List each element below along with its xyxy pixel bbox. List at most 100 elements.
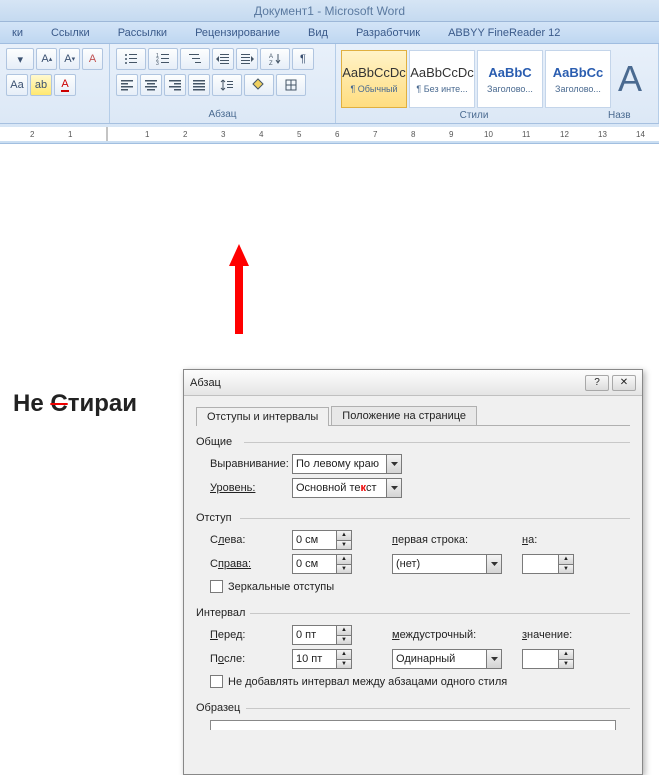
align-left-button[interactable] [116,74,138,96]
svg-text:3: 3 [221,130,226,139]
paragraph-dialog: Абзац ? ✕ Отступы и интервалы Положение … [183,369,643,775]
spin-down-icon[interactable]: ▼ [336,659,352,670]
highlight-button[interactable]: ab [30,74,52,96]
indent-right-button[interactable] [236,48,258,70]
spin-up-icon[interactable]: ▲ [336,649,352,659]
svg-text:5: 5 [297,130,302,139]
indent-right-spin[interactable]: 0 см▲▼ [292,554,352,574]
spin-down-icon[interactable]: ▼ [558,659,574,670]
dialog-titlebar[interactable]: Абзац ? ✕ [184,370,642,396]
spin-up-icon[interactable]: ▲ [558,649,574,659]
grow-font-button[interactable]: A▴ [36,48,57,70]
spin-down-icon[interactable]: ▼ [336,540,352,551]
borders-button[interactable] [276,74,306,96]
value-spin[interactable]: ▲▼ [522,649,574,669]
tab-item[interactable]: Вид [308,27,328,39]
tab-item[interactable]: ки [12,27,23,39]
line-spacing-button[interactable] [212,74,242,96]
dropdown-icon[interactable] [486,554,502,574]
tab-position[interactable]: Положение на странице [331,406,477,425]
by-spin[interactable]: ▲▼ [522,554,574,574]
tab-item[interactable]: ABBYY FineReader 12 [448,27,560,39]
style-heading1[interactable]: AaBbCЗаголово... [477,50,543,108]
align-right-button[interactable] [164,74,186,96]
sort-button[interactable]: AZ [260,48,290,70]
tab-item[interactable]: Рецензирование [195,27,280,39]
indent-left-spin[interactable]: 0 см▲▼ [292,530,352,550]
spin-down-icon[interactable]: ▼ [558,564,574,575]
after-label: После: [210,653,292,665]
mirror-check[interactable]: Зеркальные отступы [210,580,630,593]
after-spin[interactable]: 10 пт▲▼ [292,649,352,669]
nogap-check[interactable]: Не добавлять интервал между абзацами одн… [210,675,630,688]
shrink-font-button[interactable]: A▾ [59,48,80,70]
document-area[interactable]: Не Стираи Абзац ? ✕ Отступы и интервалы … [0,144,659,614]
checkbox-icon[interactable] [210,580,223,593]
spin-up-icon[interactable]: ▲ [558,554,574,564]
change-case-button[interactable]: Aa [6,74,28,96]
document-text: Не Стираи [13,390,137,418]
spin-up-icon[interactable]: ▲ [336,625,352,635]
dropdown-icon[interactable] [386,454,402,474]
ribbon: ▾ A▴ A▾ A Aa ab A 123 AZ ¶ [0,44,659,124]
group-label: СтилиНазв [340,110,658,123]
spin-up-icon[interactable]: ▲ [336,530,352,540]
help-button[interactable]: ? [585,375,609,391]
style-normal[interactable]: AaBbCcDc¶ Обычный [341,50,407,108]
multilevel-button[interactable] [180,48,210,70]
line-combo[interactable]: Одинарный [392,649,502,669]
svg-text:10: 10 [484,130,493,139]
indent-left-button[interactable] [212,48,234,70]
svg-text:1: 1 [145,130,150,139]
tab-indents[interactable]: Отступы и интервалы [196,407,329,426]
svg-text:9: 9 [449,130,454,139]
spin-up-icon[interactable]: ▲ [336,554,352,564]
spin-down-icon[interactable]: ▼ [336,635,352,646]
section-general: Общие Выравнивание: По левому краю Урове… [196,436,630,498]
level-combo[interactable]: Основной текст [292,478,402,498]
firstline-combo[interactable]: (нет) [392,554,502,574]
close-button[interactable]: ✕ [612,375,636,391]
numbering-button[interactable]: 123 [148,48,178,70]
svg-text:A: A [269,54,273,60]
svg-text:Z: Z [269,61,273,66]
tab-item[interactable]: Разработчик [356,27,420,39]
svg-text:13: 13 [598,130,607,139]
style-nospacing[interactable]: AaBbCcDc¶ Без инте... [409,50,475,108]
svg-text:12: 12 [560,130,569,139]
svg-text:6: 6 [335,130,340,139]
firstline-label: первая строка: [392,534,492,546]
tab-item[interactable]: Рассылки [118,27,167,39]
bullets-button[interactable] [116,48,146,70]
dropdown-icon[interactable] [386,478,402,498]
style-heading2[interactable]: AaBbCcЗаголово... [545,50,611,108]
shading-button[interactable] [244,74,274,96]
svg-text:2: 2 [183,130,188,139]
indent-left-label: Слева: [210,534,292,546]
section-spacing: Интервал Перед: 0 пт▲▼ междустрочный: зн… [196,607,630,688]
show-marks-button[interactable]: ¶ [292,48,314,70]
svg-text:3: 3 [156,61,159,66]
ruler[interactable]: 21 123 456 789 101112 1314 [0,124,659,144]
tab-item[interactable]: Ссылки [51,27,90,39]
styles-group: AaBbCcDc¶ Обычный AaBbCcDc¶ Без инте... … [336,44,659,123]
indent-right-label: Справа: [210,558,292,570]
change-styles-button[interactable]: A [612,48,642,110]
svg-text:1: 1 [68,130,73,139]
align-label: Выравнивание: [210,458,292,470]
spin-down-icon[interactable]: ▼ [336,564,352,575]
align-center-button[interactable] [140,74,162,96]
clear-format-button[interactable]: A [82,48,103,70]
window-title: Документ1 - Microsoft Word [0,0,659,22]
svg-text:2: 2 [30,130,35,139]
dropdown-icon[interactable] [486,649,502,669]
justify-button[interactable] [188,74,210,96]
checkbox-icon[interactable] [210,675,223,688]
before-spin[interactable]: 0 пт▲▼ [292,625,352,645]
font-size-combo[interactable]: ▾ [6,48,34,70]
ribbon-tabs: ки Ссылки Рассылки Рецензирование Вид Ра… [0,22,659,44]
font-color-button[interactable]: A [54,74,76,96]
align-combo[interactable]: По левому краю [292,454,402,474]
dialog-tabs: Отступы и интервалы Положение на страниц… [196,406,630,426]
svg-text:14: 14 [636,130,645,139]
